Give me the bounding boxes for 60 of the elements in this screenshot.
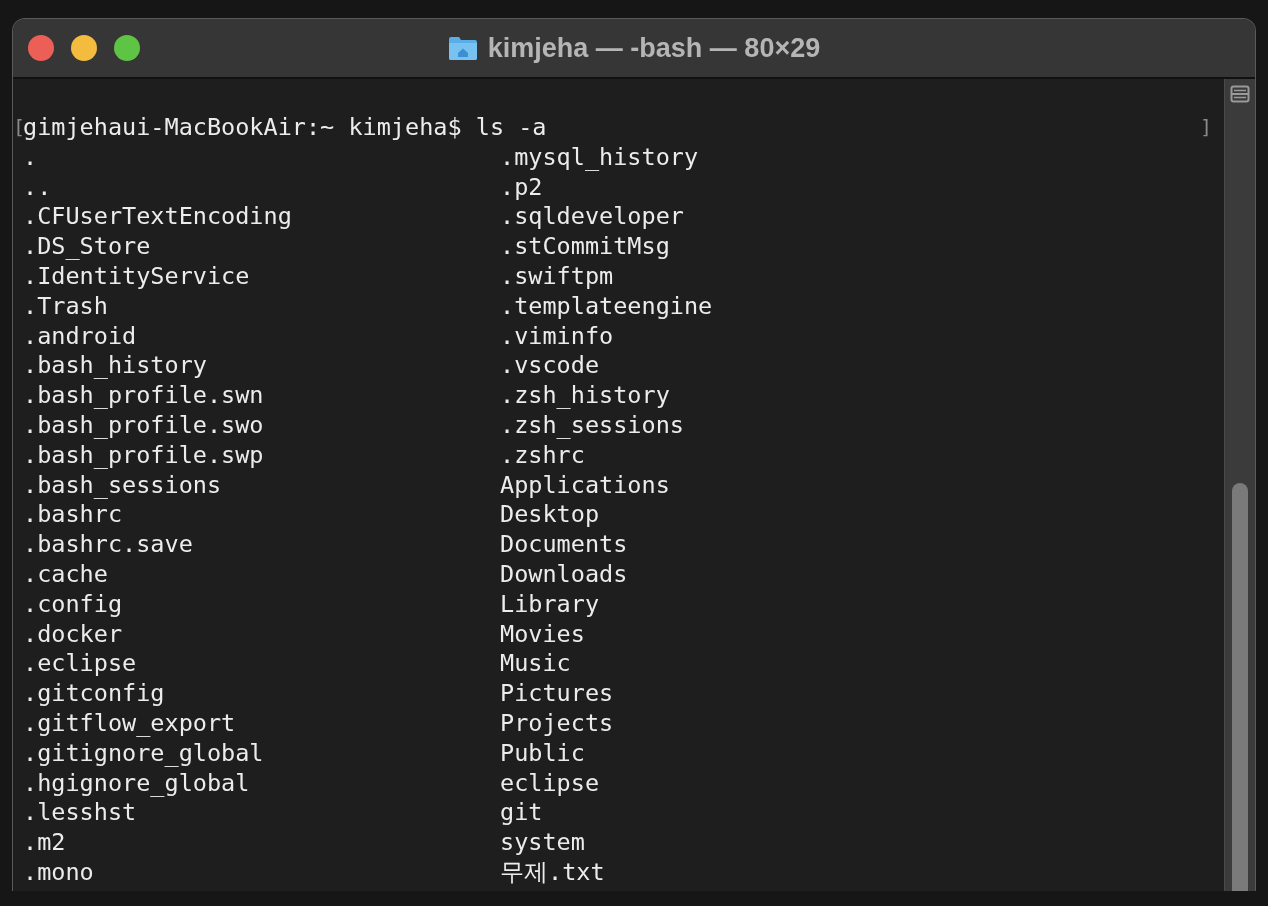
- file-name: ..: [23, 172, 52, 203]
- file-name: .bash_profile.swp: [23, 440, 264, 471]
- file-name: .mysql_history: [500, 142, 699, 173]
- file-name: .bashrc: [23, 500, 123, 531]
- file-name: .vscode: [500, 351, 600, 382]
- file-name: Desktop: [500, 500, 600, 531]
- file-name: 무제.txt: [500, 857, 605, 888]
- file-name: Downloads: [500, 559, 628, 590]
- window-title: kimjeha — -bash — 80×29: [487, 32, 821, 64]
- close-button[interactable]: [28, 35, 54, 61]
- scroll-thumb[interactable]: [1232, 483, 1248, 891]
- file-name: eclipse: [500, 768, 600, 799]
- file-name: .viminfo: [500, 321, 614, 352]
- file-name: Applications: [500, 470, 670, 501]
- file-name: .gitconfig: [23, 679, 165, 709]
- file-name: .gitignore_global: [23, 738, 264, 769]
- file-name: .cache: [23, 559, 108, 590]
- file-name: Library: [500, 589, 600, 620]
- file-name: Documents: [500, 530, 628, 560]
- command-line: gimjehaui-MacBookAir:~ kimjeha$ ls -a: [23, 113, 548, 143]
- file-name: Projects: [500, 708, 614, 739]
- file-name: Music: [500, 649, 571, 680]
- file-name: git: [500, 798, 543, 829]
- file-name: .android: [23, 321, 137, 352]
- file-name: .gitflow_export: [23, 708, 236, 739]
- zoom-button[interactable]: [114, 35, 140, 61]
- line-mark: [: [13, 114, 23, 139]
- file-name: .DS_Store: [23, 232, 151, 262]
- file-name: .bash_profile.swo: [23, 410, 264, 441]
- file-name: .p2: [500, 172, 543, 203]
- file-name: .Trash: [23, 291, 108, 322]
- minimize-button[interactable]: [71, 35, 97, 61]
- file-name: .CFUserTextEncoding: [23, 202, 292, 233]
- line-mark: ]: [1200, 114, 1210, 141]
- file-name: .mono: [23, 857, 94, 888]
- file-name: .bash_profile.swn: [23, 381, 264, 411]
- file-name: .sqldeveloper: [500, 202, 684, 233]
- file-name: Pictures: [500, 679, 614, 709]
- file-name: .zsh_history: [500, 381, 670, 411]
- file-name: .hgignore_global: [23, 768, 250, 799]
- file-name: .eclipse: [23, 649, 137, 680]
- file-name: .stCommitMsg: [500, 232, 670, 262]
- split-pane-icon[interactable]: [1230, 85, 1250, 103]
- file-name: .IdentityService: [23, 262, 250, 292]
- file-name: .config: [23, 589, 123, 620]
- file-name: .zshrc: [500, 440, 585, 471]
- file-name: .swiftpm: [500, 262, 614, 292]
- file-name: .zsh_sessions: [500, 410, 684, 441]
- file-name: Public: [500, 738, 585, 769]
- file-name: .docker: [23, 619, 123, 650]
- file-name: .m2: [23, 828, 66, 858]
- file-name: .bashrc.save: [23, 530, 193, 560]
- file-name: Movies: [500, 619, 585, 650]
- file-name: .templateengine: [500, 291, 713, 322]
- file-name: .bash_history: [23, 351, 207, 382]
- file-name: .: [23, 142, 38, 173]
- home-folder-icon: [447, 35, 478, 61]
- file-name: .bash_sessions: [23, 470, 222, 501]
- file-name: system: [500, 828, 585, 858]
- file-name: .lesshst: [23, 798, 137, 829]
